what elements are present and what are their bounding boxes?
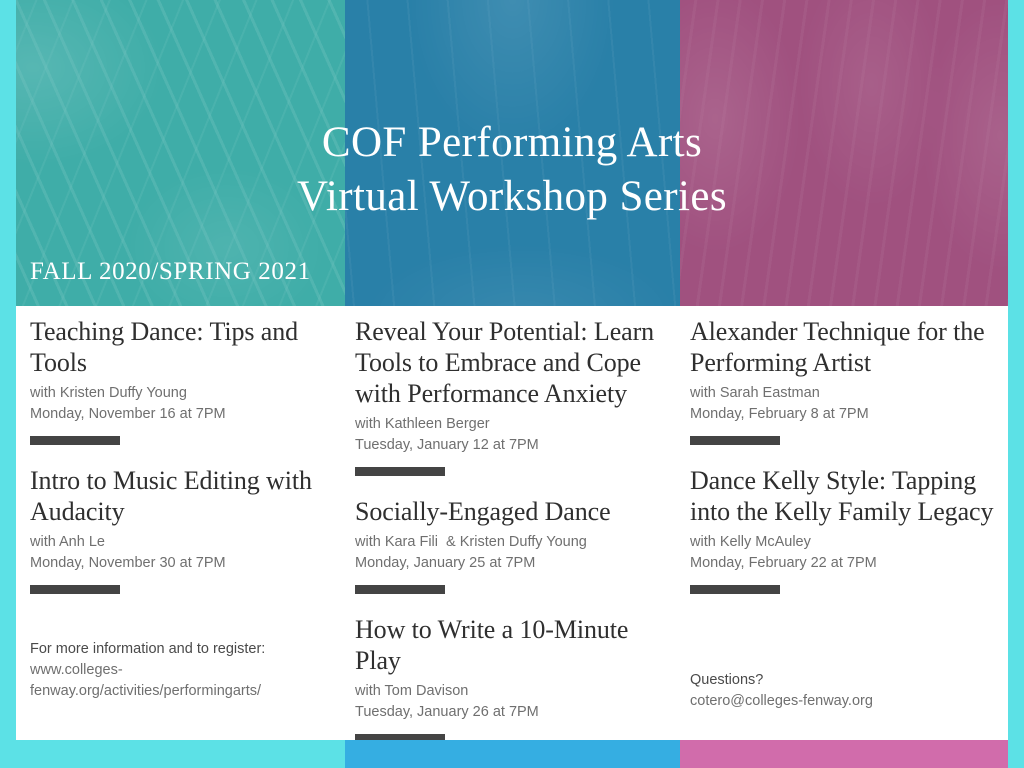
session-datetime: Monday, February 22 at 7PM: [690, 555, 877, 571]
session-title: Alexander Technique for the Performing A…: [690, 317, 985, 377]
session-card[interactable]: Socially-Engaged Dance with Kara Fili & …: [355, 496, 666, 594]
frame-bottom-segment-blue: [345, 740, 680, 768]
frame-border-left: [0, 0, 16, 768]
session-title: Socially-Engaged Dance: [355, 497, 611, 526]
frame-bottom-segment-pink: [680, 740, 1024, 768]
session-title: Teaching Dance: Tips and Tools: [30, 317, 299, 377]
banner-photo-dance: [345, 0, 680, 306]
session-datetime: Monday, November 16 at 7PM: [30, 406, 226, 422]
banner-panel-theatre: [680, 0, 1008, 306]
session-presenter: with Kristen Duffy Young: [30, 385, 187, 401]
session-divider-rule: [690, 436, 780, 445]
frame-border-bottom: [0, 740, 1024, 768]
session-presenter: with Kelly McAuley: [690, 534, 811, 550]
column-middle: Reveal Your Potential: Learn Tools to Em…: [345, 316, 680, 743]
session-presenter: with Kara Fili & Kristen Duffy Young: [355, 534, 587, 550]
session-card[interactable]: Intro to Music Editing with Audacity wit…: [30, 465, 331, 594]
session-card[interactable]: How to Write a 10-Minute Play with Tom D…: [355, 614, 666, 743]
poster: COF Performing Arts Virtual Workshop Ser…: [0, 0, 1024, 768]
session-datetime: Monday, November 30 at 7PM: [30, 555, 226, 571]
header-banner: [16, 0, 1008, 306]
questions-heading: Questions?: [690, 672, 764, 688]
banner-panel-music: [16, 0, 345, 306]
session-datetime: Monday, February 8 at 7PM: [690, 406, 869, 422]
session-title: Dance Kelly Style: Tapping into the Kell…: [690, 466, 994, 526]
questions-info: Questions? cotero@colleges-fenway.org: [690, 670, 990, 712]
session-presenter: with Anh Le: [30, 534, 105, 550]
session-divider-rule: [355, 585, 445, 594]
session-presenter: with Tom Davison: [355, 683, 469, 699]
session-divider-rule: [690, 585, 780, 594]
session-card[interactable]: Teaching Dance: Tips and Tools with Kris…: [30, 316, 331, 445]
registration-info: For more information and to register: ww…: [30, 639, 330, 702]
sessions-area: Teaching Dance: Tips and Tools with Kris…: [16, 306, 1008, 743]
column-right: Alexander Technique for the Performing A…: [680, 316, 1008, 740]
session-divider-rule: [355, 467, 445, 476]
session-card[interactable]: Alexander Technique for the Performing A…: [690, 316, 994, 445]
session-title: Reveal Your Potential: Learn Tools to Em…: [355, 317, 655, 408]
banner-panel-dance: [345, 0, 680, 306]
session-divider-rule: [30, 585, 120, 594]
frame-border-right: [1008, 0, 1024, 768]
session-presenter: with Sarah Eastman: [690, 385, 820, 401]
session-title: How to Write a 10-Minute Play: [355, 615, 629, 675]
contact-email[interactable]: cotero@colleges-fenway.org: [690, 691, 990, 712]
banner-photo-music: [16, 0, 345, 306]
session-card[interactable]: Dance Kelly Style: Tapping into the Kell…: [690, 465, 994, 594]
frame-bottom-segment-teal: [0, 740, 345, 768]
session-divider-rule: [30, 436, 120, 445]
session-datetime: Tuesday, January 12 at 7PM: [355, 437, 539, 453]
session-presenter: with Kathleen Berger: [355, 416, 490, 432]
session-datetime: Tuesday, January 26 at 7PM: [355, 704, 539, 720]
registration-url[interactable]: www.colleges- fenway.org/activities/perf…: [30, 660, 330, 702]
registration-info-heading: For more information and to register:: [30, 641, 266, 657]
banner-photo-theatre: [680, 0, 1008, 306]
session-datetime: Monday, January 25 at 7PM: [355, 555, 536, 571]
session-title: Intro to Music Editing with Audacity: [30, 466, 312, 526]
session-card[interactable]: Reveal Your Potential: Learn Tools to Em…: [355, 316, 666, 476]
column-left: Teaching Dance: Tips and Tools with Kris…: [16, 316, 345, 740]
